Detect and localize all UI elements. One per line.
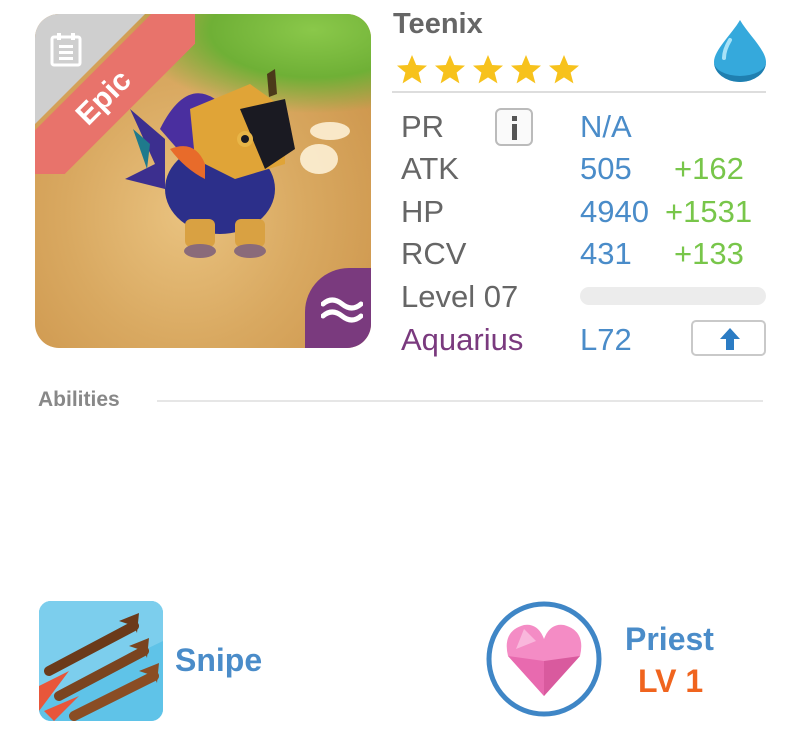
water-drop-icon — [714, 20, 766, 82]
stat-bonus-atk: +162 — [674, 151, 744, 186]
star-rating — [396, 54, 580, 86]
class-level: LV 1 — [638, 663, 704, 699]
star-icon — [397, 55, 427, 84]
star-icon — [549, 55, 579, 84]
level-progress-bar — [580, 287, 766, 305]
stat-bonus-rcv: +133 — [674, 236, 744, 271]
snipe-arrows-icon — [39, 601, 163, 721]
priest-class-icon[interactable] — [486, 601, 602, 717]
stat-label-hp: HP — [401, 194, 445, 229]
arrow-up-icon — [720, 328, 740, 350]
info-button[interactable] — [495, 108, 533, 146]
stat-value-rcv: 431 — [580, 236, 632, 271]
zodiac-sign-label: Aquarius — [401, 322, 524, 357]
star-icon — [435, 55, 465, 84]
stat-value-pr: N/A — [580, 109, 632, 144]
stat-label-atk: ATK — [401, 151, 459, 186]
stat-label-rcv: RCV — [401, 236, 467, 271]
monster-name: Teenix — [393, 8, 483, 40]
abilities-heading: Abilities — [38, 388, 120, 411]
star-icon — [511, 55, 541, 84]
abilities-divider — [157, 400, 763, 402]
zodiac-badge — [305, 268, 371, 348]
monster-portrait[interactable]: Epic — [35, 14, 371, 348]
snipe-skill-icon[interactable] — [39, 601, 163, 721]
notes-icon[interactable] — [49, 32, 83, 68]
header-divider — [392, 91, 766, 93]
aquarius-wave-icon — [321, 297, 363, 323]
zodiac-level-value: L72 — [580, 322, 632, 357]
skill-name: Snipe — [175, 642, 263, 678]
star-icon — [473, 55, 503, 84]
stat-value-atk: 505 — [580, 151, 632, 186]
upgrade-button[interactable] — [691, 320, 766, 356]
stat-bonus-hp: +1531 — [665, 194, 753, 229]
info-icon-dot — [512, 116, 517, 121]
level-label: Level 07 — [401, 279, 519, 314]
info-icon-bar — [512, 124, 517, 140]
stat-value-hp: 4940 — [580, 194, 649, 229]
class-name: Priest — [625, 621, 714, 657]
stat-label-pr: PR — [401, 109, 445, 144]
